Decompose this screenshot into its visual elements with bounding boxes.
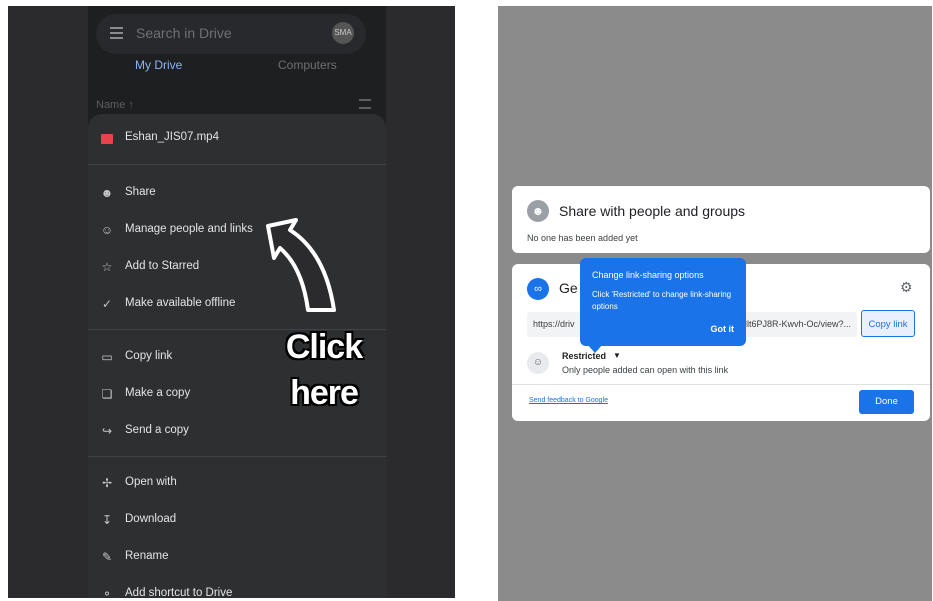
pointer-arrow-icon — [266, 218, 336, 312]
access-description: Only people added can open with this lin… — [562, 365, 729, 375]
menu-item-label: Make available offline — [125, 297, 236, 309]
sort-row: Name ↑ — [96, 99, 371, 111]
people-icon: ☺ — [100, 223, 114, 237]
hamburger-menu-icon[interactable] — [110, 27, 123, 39]
menu-item-share[interactable]: ☻ Share — [88, 180, 386, 210]
url-start: https://driv — [533, 319, 575, 329]
search-placeholder: Search in Drive — [136, 25, 232, 41]
drive-tabs: My Drive Computers — [88, 58, 386, 88]
share-title: Share with people and groups — [559, 203, 746, 219]
menu-item-label: Download — [125, 513, 177, 525]
search-bar[interactable]: Search in Drive SMA — [96, 14, 366, 54]
menu-item-label: Open with — [125, 476, 177, 488]
people-icon: ☺ — [527, 352, 549, 374]
download-icon: ↧ — [101, 513, 113, 527]
star-icon: ☆ — [101, 260, 113, 274]
gear-icon[interactable]: ⚙ — [900, 280, 914, 294]
got-it-button[interactable]: Got it — [711, 324, 735, 334]
url-end: Hlt6PJ8R-Kwvh-Oc/view?... — [740, 319, 851, 329]
menu-item-download[interactable]: ↧ Download — [88, 507, 386, 537]
divider — [88, 164, 386, 165]
menu-item-label: Rename — [125, 550, 169, 562]
shortcut-icon: ⚬ — [101, 587, 113, 598]
file-name: Eshan_JIS07.mp4 — [125, 131, 219, 143]
menu-item-label: Share — [125, 186, 156, 198]
tooltip-tail — [587, 344, 603, 353]
list-view-icon[interactable] — [359, 99, 371, 109]
link-icon: ∞ — [527, 278, 549, 300]
done-button[interactable]: Done — [859, 390, 914, 414]
get-link-title: Ge — [559, 280, 578, 296]
offline-check-icon: ✓ — [101, 297, 113, 311]
menu-item-add-shortcut[interactable]: ⚬ Add shortcut to Drive — [88, 581, 386, 598]
divider — [88, 456, 386, 457]
send-feedback-link[interactable]: Send feedback to Google — [529, 397, 608, 404]
annotation-line-1: Click — [285, 328, 363, 366]
tooltip-title: Change link-sharing options — [592, 270, 704, 280]
chevron-down-icon[interactable]: ▼ — [613, 351, 621, 360]
click-here-annotation: Click here — [282, 324, 366, 416]
file-header: Eshan_JIS07.mp4 — [88, 114, 386, 164]
share-subtitle: No one has been added yet — [527, 233, 638, 243]
person-add-icon: ☻ — [100, 186, 114, 200]
menu-item-send-copy[interactable]: ↪ Send a copy — [88, 418, 386, 448]
menu-item-label: Send a copy — [125, 424, 189, 436]
link-sharing-tooltip: Change link-sharing options Click 'Restr… — [580, 258, 746, 353]
divider — [512, 384, 930, 385]
sort-by-name[interactable]: Name ↑ — [96, 99, 134, 111]
video-file-icon — [101, 134, 113, 144]
pencil-icon: ✎ — [101, 550, 113, 564]
share-people-card: ☻ Share with people and groups No one ha… — [512, 186, 930, 253]
open-with-icon: ✢ — [101, 476, 113, 490]
forward-icon: ↪ — [101, 424, 113, 438]
menu-item-label: Manage people and links — [125, 223, 253, 235]
tab-computers[interactable]: Computers — [278, 58, 337, 72]
tab-my-drive[interactable]: My Drive — [135, 58, 182, 72]
drive-mobile-screen: Search in Drive SMA My Drive Computers N… — [8, 6, 455, 598]
menu-item-label: Copy link — [125, 350, 173, 362]
copy-link-icon: ▭ — [101, 350, 113, 364]
copy-icon: ❏ — [101, 387, 113, 401]
menu-item-open-with[interactable]: ✢ Open with — [88, 470, 386, 500]
menu-item-label: Add shortcut to Drive — [125, 587, 233, 598]
person-add-icon: ☻ — [527, 200, 549, 222]
copy-link-button[interactable]: Copy link — [861, 310, 915, 337]
menu-item-label: Add to Starred — [125, 260, 200, 272]
menu-item-rename[interactable]: ✎ Rename — [88, 544, 386, 574]
tooltip-body: Click 'Restricted' to change link-sharin… — [592, 290, 732, 311]
menu-item-label: Make a copy — [125, 387, 191, 399]
avatar[interactable]: SMA — [332, 22, 354, 44]
share-dialog-overlay: ☻ Share with people and groups No one ha… — [498, 6, 932, 601]
annotation-line-2: here — [290, 374, 359, 412]
